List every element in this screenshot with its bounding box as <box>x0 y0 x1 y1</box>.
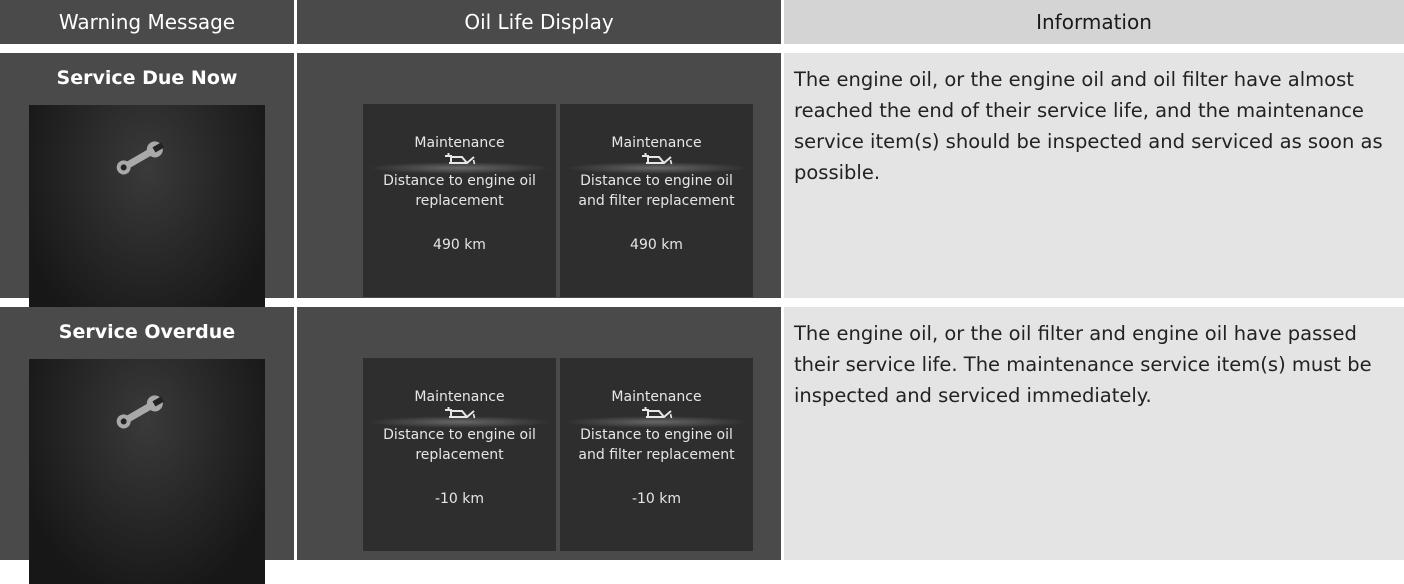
information-cell: The engine oil, or the oil filter and en… <box>784 307 1404 560</box>
header-oil-life-display: Oil Life Display <box>297 0 781 44</box>
screen-line1: Distance to engine oil <box>383 173 536 189</box>
warning-display-panel <box>29 359 265 584</box>
screen-distance-value: -10 km <box>434 491 485 507</box>
warning-cell: Service Overdue <box>0 307 294 584</box>
screen-line2: and filter replacement <box>578 193 735 209</box>
header-information: Information <box>784 0 1404 44</box>
screen-distance-value: 490 km <box>433 237 486 253</box>
screen-description: Distance to engine oil replacement <box>363 171 556 211</box>
screen-description: Distance to engine oil and filter replac… <box>560 171 753 211</box>
oil-life-display-cell: Maintenance Distance to engine oil repla… <box>297 53 781 298</box>
oil-life-table: Warning Message Oil Life Display Informa… <box>0 0 1404 584</box>
header-warning-message: Warning Message <box>0 0 294 44</box>
screen-line1: Distance to engine oil <box>580 427 733 443</box>
warning-title: Service Due Now <box>56 67 238 89</box>
warning-title: Service Overdue <box>58 321 236 343</box>
screen-line1: Distance to engine oil <box>580 173 733 189</box>
screen-title: Maintenance <box>414 389 505 405</box>
screen-title: Maintenance <box>414 135 505 151</box>
oil-life-display-cell: Maintenance Distance to engine oil repla… <box>297 307 781 560</box>
screen-line1: Distance to engine oil <box>383 427 536 443</box>
screen-title: Maintenance <box>611 135 702 151</box>
screen-line2: and filter replacement <box>578 447 735 463</box>
oil-life-screen: Maintenance Distance to engine oil and f… <box>560 358 753 551</box>
screen-description: Distance to engine oil replacement <box>363 425 556 465</box>
information-cell: The engine oil, or the engine oil and oi… <box>784 53 1404 298</box>
screen-line2: replacement <box>415 447 504 463</box>
screen-line2: replacement <box>415 193 504 209</box>
oil-life-screen: Maintenance Distance to engine oil repla… <box>363 358 556 551</box>
wrench-icon <box>116 141 165 175</box>
screen-distance-value: -10 km <box>631 491 682 507</box>
screen-distance-value: 490 km <box>630 237 683 253</box>
wrench-icon <box>116 395 165 429</box>
screen-description: Distance to engine oil and filter replac… <box>560 425 753 465</box>
warning-cell: Service Due Now <box>0 53 294 330</box>
oil-life-screen: Maintenance Distance to engine oil and f… <box>560 104 753 297</box>
oil-life-screen: Maintenance Distance to engine oil repla… <box>363 104 556 297</box>
screen-title: Maintenance <box>611 389 702 405</box>
warning-display-panel <box>29 105 265 330</box>
